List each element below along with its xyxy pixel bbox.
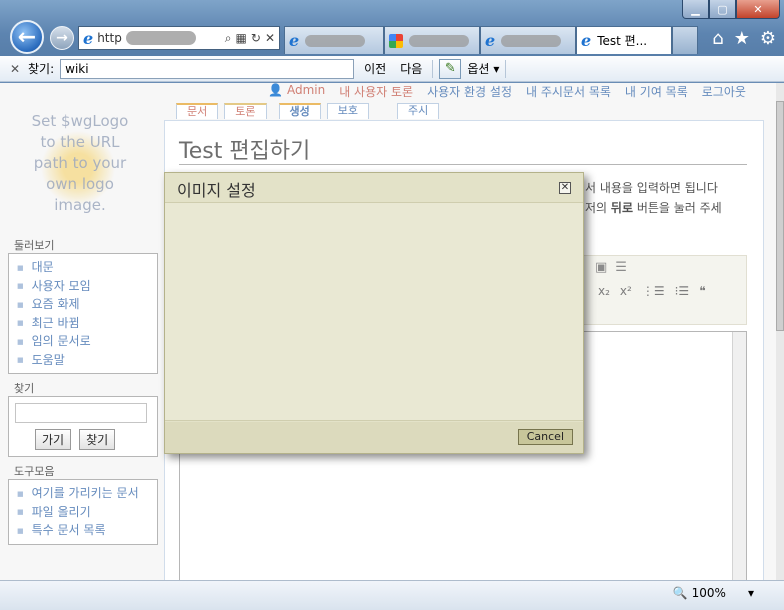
browser-right-buttons: ⌂ ★ ⚙	[712, 28, 776, 49]
address-url: http	[97, 31, 122, 45]
address-bar[interactable]: e http ⌕ ▦ ↻ ✕	[78, 26, 280, 50]
forward-arrow-icon: →	[56, 30, 68, 46]
forward-button[interactable]: →	[50, 26, 74, 50]
minimize-button[interactable]: ▁	[682, 0, 709, 19]
new-tab-button[interactable]	[672, 26, 698, 54]
tab-title-redacted	[409, 34, 469, 47]
dialog-header: 이미지 설정 ✕	[165, 173, 583, 203]
ie-page-icon: e	[581, 31, 592, 50]
status-bar: 🔍 100% ▾	[0, 580, 784, 610]
close-icon[interactable]: ✕	[559, 182, 571, 194]
stop-icon[interactable]: ✕	[265, 31, 275, 46]
find-separator	[432, 59, 434, 78]
ie-page-icon: e	[289, 31, 300, 50]
zoom-level: 100%	[691, 586, 726, 600]
address-redacted	[125, 31, 196, 45]
highlight-pencil-icon[interactable]: ✎	[439, 58, 462, 79]
find-bar: ✕ 찾기: 이전 다음 ✎ 옵션 ▾	[0, 56, 784, 82]
dialog-footer: Cancel	[165, 422, 583, 453]
refresh-icon[interactable]: ↻	[251, 31, 261, 46]
zoom-control[interactable]: 🔍 100% ▾	[673, 586, 754, 600]
dialog-body	[165, 203, 583, 421]
find-next-button[interactable]: 다음	[396, 60, 426, 77]
address-tools: ⌕ ▦ ↻ ✕	[225, 31, 279, 46]
find-options-button[interactable]: 옵션 ▾	[467, 60, 499, 77]
browser-tab-2[interactable]	[384, 26, 480, 54]
gear-icon[interactable]: ⚙	[760, 28, 776, 49]
scrollbar-thumb[interactable]	[776, 101, 784, 331]
find-previous-button[interactable]: 이전	[360, 60, 390, 77]
close-find-icon[interactable]: ✕	[10, 62, 22, 76]
image-settings-dialog: 이미지 설정 ✕ Cancel	[164, 172, 584, 454]
tab-title-redacted	[501, 34, 562, 47]
chevron-down-icon: ▾	[493, 61, 500, 76]
favorites-star-icon[interactable]: ★	[734, 28, 750, 49]
ie-page-icon: e	[83, 28, 94, 48]
browser-chrome: ▁ ▢ ✕ ← → e http ⌕ ▦ ↻ ✕ e e e Test 편...…	[0, 0, 784, 56]
back-arrow-icon: ←	[17, 24, 37, 50]
browser-tab-3[interactable]: e	[480, 26, 576, 54]
find-separator	[505, 59, 507, 78]
ie-page-icon: e	[485, 31, 496, 50]
maximize-button[interactable]: ▢	[709, 0, 736, 19]
find-input[interactable]	[60, 58, 355, 79]
close-window-button[interactable]: ✕	[736, 0, 780, 19]
dialog-title: 이미지 설정	[177, 181, 256, 200]
search-icon[interactable]: ⌕	[225, 31, 232, 46]
cancel-button[interactable]: Cancel	[517, 429, 573, 445]
browser-tab-active[interactable]: e Test 편...	[576, 26, 672, 54]
compat-view-icon[interactable]: ▦	[236, 31, 247, 46]
tab-title: Test 편...	[597, 34, 648, 48]
find-label: 찾기:	[28, 62, 55, 76]
back-button[interactable]: ←	[10, 20, 44, 54]
window-controls: ▁ ▢ ✕	[682, 0, 780, 20]
zoom-icon: 🔍	[672, 586, 688, 600]
find-options-label: 옵션	[467, 62, 490, 76]
home-icon[interactable]: ⌂	[712, 28, 723, 49]
page-scrollbar[interactable]	[776, 83, 784, 580]
chevron-down-icon: ▾	[747, 586, 754, 600]
tab-title-redacted	[305, 34, 366, 47]
browser-tab-1[interactable]: e	[284, 26, 384, 54]
google-icon	[389, 33, 403, 48]
